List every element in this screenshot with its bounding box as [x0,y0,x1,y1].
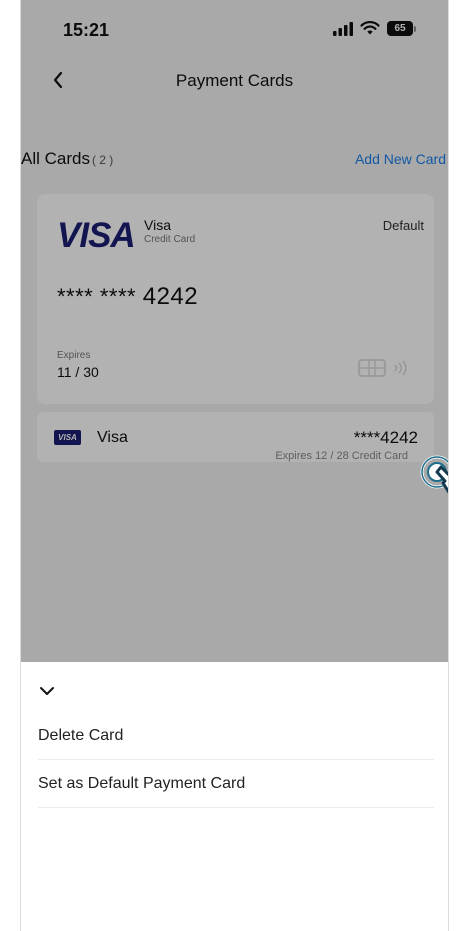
delete-card-option[interactable]: Delete Card [38,712,434,760]
phone-screen: 15:21 65 Payment Cards All Cards (2) A… [20,0,449,931]
modal-overlay[interactable] [21,0,448,662]
chevron-down-icon[interactable] [37,684,57,698]
set-default-option[interactable]: Set as Default Payment Card [38,760,434,808]
tap-indicator-icon [420,455,448,494]
bottom-sheet: Delete Card Set as Default Payment Card [21,662,448,931]
